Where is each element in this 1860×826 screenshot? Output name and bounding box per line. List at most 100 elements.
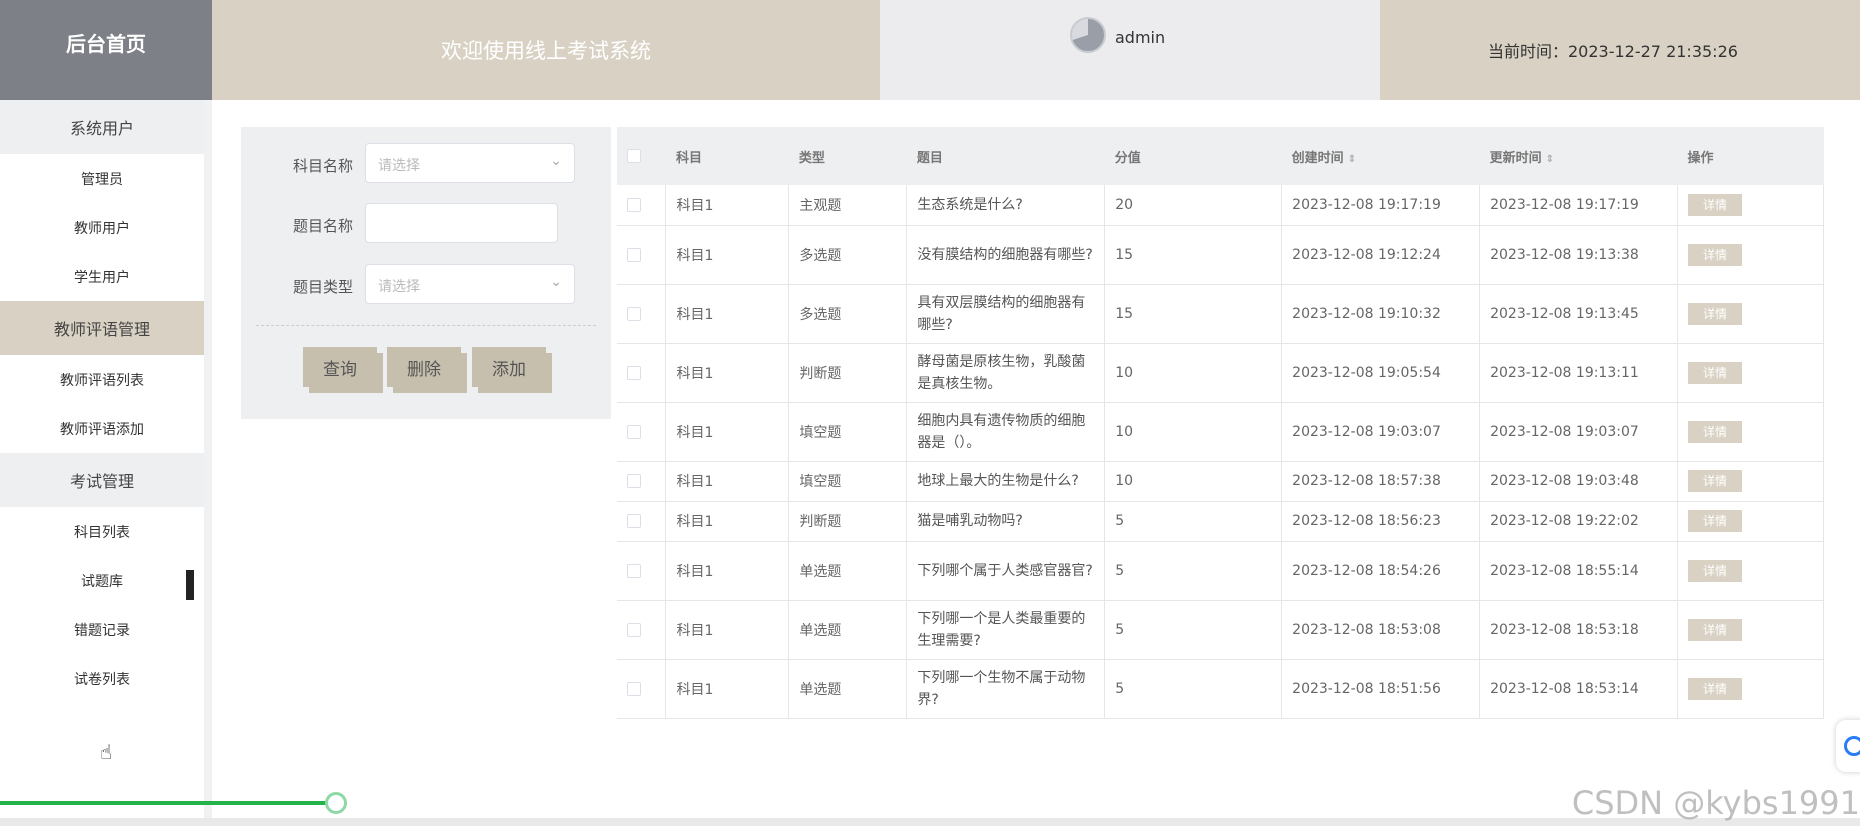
sidebar-item-students[interactable]: 学生用户 — [0, 252, 204, 301]
updated-cell: 2023-12-08 19:17:19 — [1479, 185, 1679, 226]
created-cell: 2023-12-08 18:57:38 — [1281, 461, 1481, 502]
sidebar-item-paper-list[interactable]: 试卷列表 — [0, 654, 204, 703]
header-subject: 科目 — [675, 150, 702, 166]
title-input[interactable] — [365, 203, 558, 243]
type-cell: 单选题 — [788, 541, 908, 601]
question-cell: 下列哪个属于人类感官器官? — [906, 541, 1106, 601]
progress-slider-handle[interactable] — [325, 792, 347, 814]
detail-button[interactable]: 详情 — [1688, 677, 1743, 700]
actions-cell: 详情 — [1677, 659, 1824, 719]
table-row[interactable]: 科目1 判断题 酵母菌是原核生物，乳酸菌是真核生物。 10 2023-12-08 19:… — [617, 343, 1824, 403]
sidebar-item-subject-list[interactable]: 科目列表 — [0, 507, 204, 556]
type-cell: 填空题 — [788, 461, 908, 502]
table-row[interactable]: 科目1 多选题 没有膜结构的细胞器有哪些? 15 2023-12-08 19:12:24… — [617, 225, 1824, 285]
type-cell: 判断题 — [788, 343, 908, 403]
created-cell: 2023-12-08 19:03:07 — [1281, 402, 1481, 462]
detail-button[interactable]: 详情 — [1688, 361, 1743, 384]
row-checkbox-cell — [617, 501, 667, 542]
chevron-down-icon: ⌄ — [550, 153, 562, 169]
detail-button[interactable]: 详情 — [1688, 618, 1743, 641]
row-checkbox[interactable] — [627, 514, 641, 528]
row-checkbox-cell — [617, 461, 667, 502]
header-updated[interactable]: 更新时间 ⇕ — [1480, 127, 1678, 185]
row-checkbox[interactable] — [627, 681, 641, 696]
row-checkbox-cell — [617, 343, 667, 403]
subject-cell: 科目1 — [665, 541, 790, 601]
subject-cell: 科目1 — [665, 284, 790, 344]
sidebar-group-exam-management[interactable]: 考试管理 — [0, 453, 204, 507]
score-cell: 5 — [1104, 541, 1283, 601]
add-button[interactable]: 添加 — [472, 347, 546, 387]
detail-button[interactable]: 详情 — [1688, 193, 1743, 216]
home-link[interactable]: 后台首页 — [0, 0, 212, 100]
type-cell: 多选题 — [788, 225, 908, 285]
type-cell: 多选题 — [788, 284, 908, 344]
question-cell: 酵母菌是原核生物，乳酸菌是真核生物。 — [906, 343, 1106, 403]
question-cell: 猫是哺乳动物吗? — [906, 501, 1106, 542]
row-checkbox[interactable] — [627, 563, 641, 578]
select-all-cell — [617, 127, 666, 185]
sidebar-item-comment-list[interactable]: 教师评语列表 — [0, 355, 204, 404]
sidebar-group-system-users[interactable]: 系统用户 — [0, 100, 204, 154]
row-checkbox[interactable] — [627, 306, 641, 321]
header-created[interactable]: 创建时间 ⇕ — [1282, 127, 1480, 185]
table-row[interactable]: 科目1 单选题 下列哪一个是人类最重要的生理需要? 5 2023-12-08 18:53… — [617, 600, 1824, 660]
detail-button[interactable]: 详情 — [1688, 510, 1743, 532]
score-cell: 10 — [1104, 343, 1283, 403]
sidebar-item-wrong-records[interactable]: 错题记录 — [0, 605, 204, 654]
table-row[interactable]: 科目1 填空题 地球上最大的生物是什么? 10 2023-12-08 18:57:38 2… — [617, 461, 1824, 502]
row-checkbox-cell — [617, 185, 667, 226]
detail-button[interactable]: 详情 — [1688, 420, 1743, 443]
score-cell: 5 — [1104, 501, 1283, 542]
sort-icon[interactable]: ⇕ — [1348, 154, 1356, 165]
current-time: 当前时间：2023-12-27 21:35:26 — [1380, 0, 1860, 100]
type-select[interactable]: 请选择 ⌄ — [365, 264, 575, 304]
table-header-row: 科目 类型 题目 分值 创建时间 ⇕ 更新时间 ⇕ 操作 — [617, 127, 1824, 185]
avatar-icon[interactable] — [1070, 17, 1106, 53]
user-panel: admin — [880, 0, 1380, 100]
row-checkbox[interactable] — [627, 365, 641, 380]
subject-cell: 科目1 — [665, 600, 790, 660]
welcome-title: 欢迎使用线上考试系统 — [212, 0, 880, 100]
subject-select[interactable]: 请选择 ⌄ — [365, 143, 575, 183]
floating-assistant-button[interactable] — [1836, 720, 1860, 772]
sidebar-item-question-bank[interactable]: 试题库 — [0, 556, 204, 605]
detail-button[interactable]: 详情 — [1688, 559, 1743, 582]
score-cell: 10 — [1104, 461, 1283, 502]
table-row[interactable]: 科目1 多选题 具有双层膜结构的细胞器有哪些? 15 2023-12-08 19:10:… — [617, 284, 1824, 344]
created-cell: 2023-12-08 18:51:56 — [1281, 659, 1481, 719]
table-row[interactable]: 科目1 主观题 生态系统是什么? 20 2023-12-08 19:17:19 2023-… — [617, 185, 1824, 226]
table-row[interactable]: 科目1 单选题 下列哪一个生物不属于动物界? 5 2023-12-08 18:51:56… — [617, 659, 1824, 719]
username[interactable]: admin — [1115, 28, 1165, 47]
row-checkbox[interactable] — [627, 622, 641, 637]
created-cell: 2023-12-08 18:56:23 — [1281, 501, 1481, 542]
sidebar-item-comment-add[interactable]: 教师评语添加 — [0, 404, 204, 453]
sidebar-item-admin[interactable]: 管理员 — [0, 154, 204, 203]
header: 后台首页 欢迎使用线上考试系统 admin 当前时间：2023-12-27 21… — [0, 0, 1860, 100]
sidebar-item-teachers[interactable]: 教师用户 — [0, 203, 204, 252]
query-button[interactable]: 查询 — [303, 347, 377, 387]
detail-button[interactable]: 详情 — [1688, 470, 1743, 492]
actions-cell: 详情 — [1677, 185, 1824, 226]
row-checkbox[interactable] — [627, 197, 641, 212]
detail-button[interactable]: 详情 — [1688, 302, 1743, 325]
table-row[interactable]: 科目1 填空题 细胞内具有遗传物质的细胞器是（）。 10 2023-12-08 19:0… — [617, 402, 1824, 462]
table-row[interactable]: 科目1 单选题 下列哪个属于人类感官器官? 5 2023-12-08 18:54:26 2… — [617, 541, 1824, 601]
table-row[interactable]: 科目1 判断题 猫是哺乳动物吗? 5 2023-12-08 18:56:23 2023-1… — [617, 501, 1824, 542]
subject-cell: 科目1 — [665, 402, 790, 462]
subject-cell: 科目1 — [665, 343, 790, 403]
sort-icon[interactable]: ⇕ — [1546, 154, 1554, 165]
watermark: CSDN @kybs1991 — [1571, 784, 1860, 822]
row-checkbox[interactable] — [627, 424, 641, 439]
subject-label: 科目名称 — [292, 157, 353, 175]
row-checkbox[interactable] — [627, 474, 641, 488]
detail-button[interactable]: 详情 — [1688, 243, 1743, 266]
pointer-cursor-icon: ☝ — [100, 740, 113, 764]
subject-cell: 科目1 — [665, 501, 790, 542]
select-all-checkbox[interactable] — [627, 149, 641, 163]
delete-button[interactable]: 删除 — [387, 347, 461, 387]
sidebar-group-teacher-comments[interactable]: 教师评语管理 — [0, 301, 204, 355]
header-actions: 操作 — [1687, 150, 1714, 166]
row-checkbox[interactable] — [627, 247, 641, 262]
subject-cell: 科目1 — [665, 659, 790, 719]
